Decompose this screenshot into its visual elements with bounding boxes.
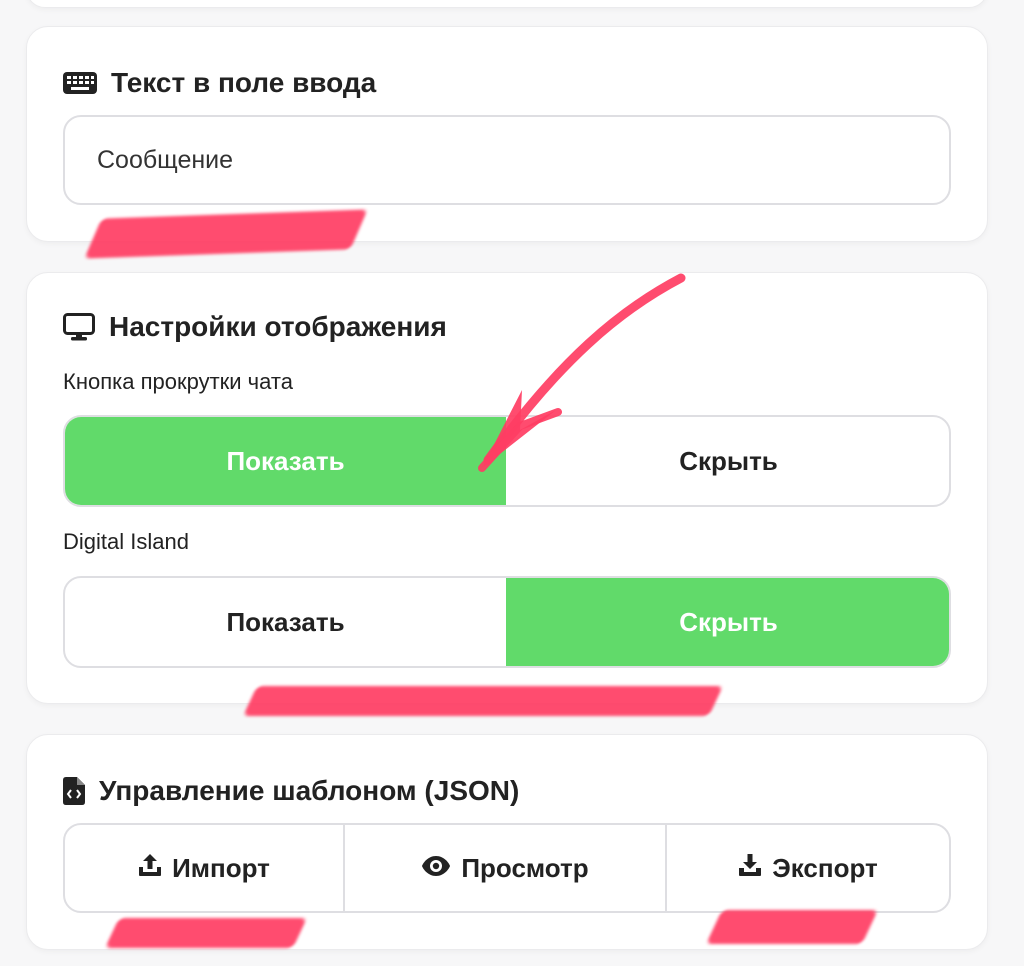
file-code-icon <box>63 777 85 805</box>
template-section-header: Управление шаблоном (JSON) <box>63 775 519 807</box>
scroll-button-show-option[interactable]: Показать <box>65 417 506 505</box>
message-input-field[interactable] <box>63 115 951 205</box>
monitor-icon <box>63 313 95 341</box>
annotation-underline <box>243 686 723 716</box>
annotation-underline <box>84 209 368 259</box>
annotation-underline <box>105 918 307 948</box>
eye-icon <box>421 853 451 884</box>
annotation-underline <box>706 910 878 944</box>
preview-label: Просмотр <box>461 852 589 883</box>
digital-island-toggle[interactable]: Показать Скрыть <box>63 576 951 668</box>
template-actions: Импорт Просмотр Экспорт <box>63 823 951 913</box>
input-section-header: Текст в поле ввода <box>63 67 376 99</box>
scroll-button-hide-option[interactable]: Скрыть <box>506 417 949 505</box>
input-section-title: Текст в поле ввода <box>111 67 377 98</box>
input-text-card: Текст в поле ввода <box>26 26 988 242</box>
previous-card <box>26 0 988 8</box>
keyboard-icon <box>63 72 97 94</box>
upload-icon <box>138 853 162 884</box>
display-section-header: Настройки отображения <box>63 311 447 343</box>
template-section-title: Управление шаблоном (JSON) <box>99 775 520 806</box>
scroll-button-label: Кнопка прокрутки чата <box>63 369 293 394</box>
preview-button[interactable]: Просмотр <box>343 825 665 911</box>
digital-island-hide-option[interactable]: Скрыть <box>506 578 949 666</box>
export-label: Экспорт <box>772 852 878 883</box>
display-settings-card: Настройки отображения Кнопка прокрутки ч… <box>26 272 988 704</box>
export-button[interactable]: Экспорт <box>665 825 949 911</box>
import-button[interactable]: Импорт <box>65 825 343 911</box>
scroll-button-toggle[interactable]: Показать Скрыть <box>63 415 951 507</box>
import-label: Импорт <box>172 852 270 883</box>
digital-island-label: Digital Island <box>63 529 189 554</box>
download-icon <box>738 853 762 884</box>
display-section-title: Настройки отображения <box>109 311 447 342</box>
digital-island-show-option[interactable]: Показать <box>65 578 506 666</box>
message-input[interactable] <box>95 144 949 176</box>
